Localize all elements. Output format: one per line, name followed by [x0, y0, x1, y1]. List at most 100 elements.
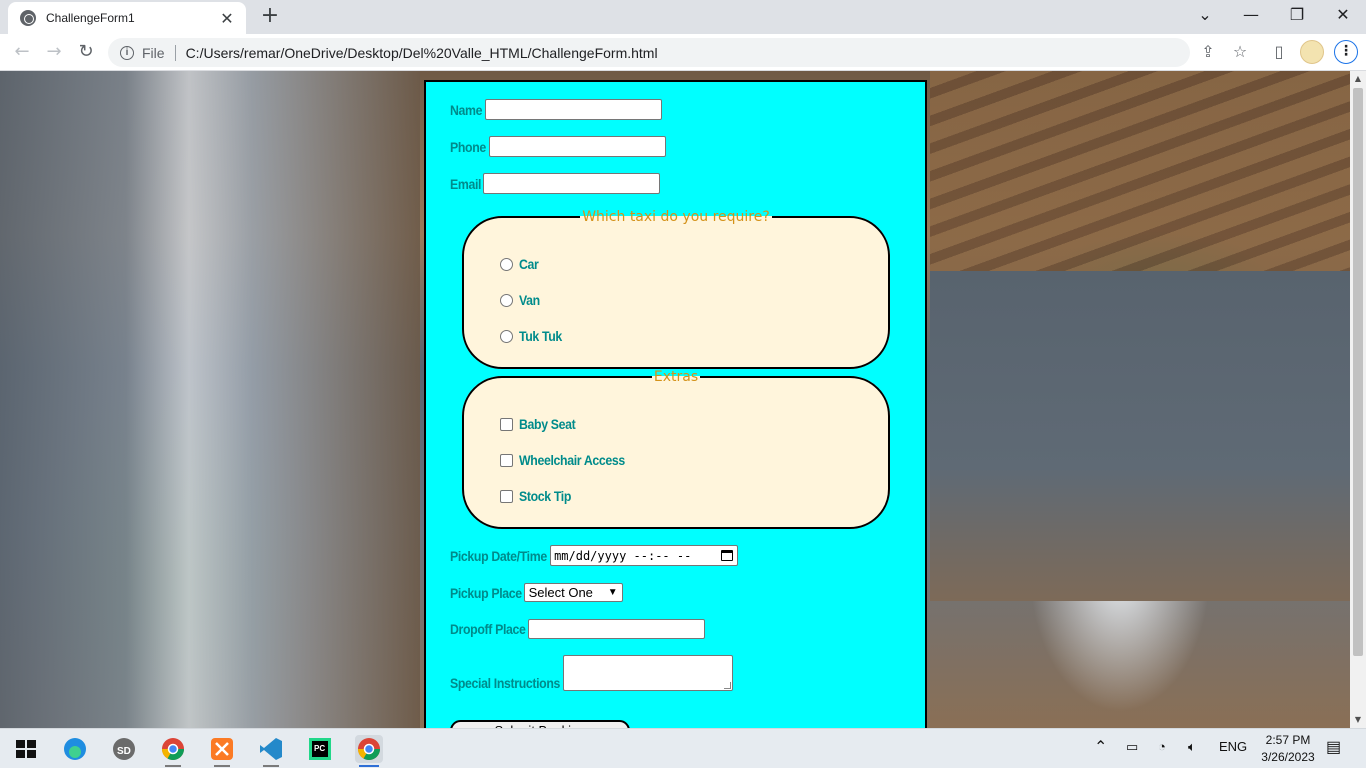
name-input[interactable] — [484, 99, 662, 120]
page-scrollbar[interactable]: ▲ ▼ — [1350, 71, 1366, 728]
tuktuk-label: Tuk Tuk — [519, 328, 562, 344]
notifications-icon[interactable]: ▤ — [1326, 737, 1341, 757]
taxi-option-car[interactable]: Car — [500, 256, 541, 272]
baby-seat-checkbox[interactable] — [500, 417, 513, 431]
extra-option-baby-seat[interactable]: Baby Seat — [500, 416, 583, 432]
baby-seat-label: Baby Seat — [519, 416, 576, 432]
background-ceiling — [930, 71, 1350, 301]
datetime-placeholder: mm/dd/yyyy --:-- -- — [554, 548, 692, 563]
chrome-icon[interactable] — [355, 735, 383, 767]
taxi-option-van[interactable]: Van — [500, 292, 543, 308]
browser-menu-icon[interactable]: ⋮ — [1334, 40, 1358, 64]
extra-option-stock-tip[interactable]: Stock Tip — [500, 488, 578, 504]
bookmark-star-icon[interactable]: ☆ — [1229, 42, 1251, 64]
reload-button[interactable]: ↻ — [74, 41, 98, 65]
show-hidden-icons-icon[interactable]: ⌃ — [1094, 737, 1107, 757]
device-icon[interactable]: ▭ — [1126, 739, 1138, 755]
page-viewport: Name Phone Email Which taxi do you requi… — [0, 71, 1350, 728]
back-button[interactable]: ← — [10, 41, 34, 65]
background-wall — [930, 271, 1350, 601]
running-indicator — [263, 765, 279, 767]
wheelchair-label: Wheelchair Access — [519, 452, 625, 468]
name-row: Name — [450, 99, 662, 120]
active-indicator — [359, 765, 379, 767]
pickup-datetime-label: Pickup Date/Time — [450, 547, 547, 564]
running-indicator — [214, 765, 230, 767]
forward-button[interactable]: → — [42, 41, 66, 65]
running-indicator — [165, 765, 181, 767]
dropoff-place-label: Dropoff Place — [450, 621, 526, 637]
email-input[interactable] — [483, 173, 661, 194]
email-row: Email — [450, 173, 661, 194]
dropoff-place-input[interactable] — [527, 619, 705, 639]
vscode-icon[interactable] — [257, 735, 285, 767]
clock-date: 3/26/2023 — [1261, 750, 1315, 764]
pycharm-icon[interactable]: PC — [306, 735, 334, 763]
taxi-legend: Which taxi do you require? — [582, 209, 770, 225]
dropoff-place-row: Dropoff Place — [450, 619, 705, 639]
pickup-place-value: Select One — [528, 585, 593, 600]
wifi-icon[interactable]: ◔ — [1158, 739, 1166, 754]
tab-close-icon[interactable]: ✕ — [218, 9, 236, 28]
tuktuk-radio[interactable] — [500, 329, 513, 343]
divider — [174, 44, 176, 61]
profile-avatar[interactable] — [1300, 40, 1324, 64]
special-instructions-textarea[interactable] — [563, 655, 734, 691]
taxi-option-tuktuk[interactable]: Tuk Tuk — [500, 328, 568, 344]
sd-card-app-icon[interactable]: SD — [110, 735, 138, 763]
stock-tip-checkbox[interactable] — [500, 489, 513, 503]
browser-tab[interactable]: ChallengeForm1 ✕ — [8, 2, 246, 34]
phone-input[interactable] — [488, 136, 666, 157]
name-label: Name — [450, 101, 483, 118]
extras-legend: Extras — [653, 369, 699, 385]
pickup-datetime-row: Pickup Date/Time mm/dd/yyyy --:-- -- — [450, 545, 739, 566]
tab-search-icon[interactable]: ⌄ — [1182, 4, 1228, 28]
extras-fieldset: Extras Baby Seat Wheelchair Access Stock… — [462, 369, 890, 529]
chrome-profile-icon[interactable] — [159, 735, 187, 767]
globe-icon — [20, 10, 36, 26]
info-icon[interactable]: i — [120, 45, 134, 60]
phone-row: Phone — [450, 136, 666, 157]
extra-option-wheelchair[interactable]: Wheelchair Access — [500, 452, 639, 468]
special-instructions-row: Special Instructions — [450, 655, 734, 691]
scroll-down-arrow-icon[interactable]: ▼ — [1350, 712, 1366, 728]
volume-icon[interactable]: 🔈︎ — [1188, 739, 1196, 755]
new-tab-button[interactable]: + — [258, 5, 282, 29]
language-indicator[interactable]: ENG — [1219, 739, 1247, 754]
close-window-button[interactable]: ✕ — [1320, 4, 1366, 28]
email-label: Email — [450, 175, 482, 192]
svg-text:PC: PC — [314, 744, 325, 753]
restore-button[interactable]: ❐ — [1274, 4, 1320, 28]
side-panel-icon[interactable]: ▯ — [1268, 42, 1290, 64]
address-bar[interactable]: i File C:/Users/remar/OneDrive/Desktop/D… — [108, 38, 1190, 67]
background-window-area — [0, 71, 420, 728]
toolbar: ← → ↻ i File C:/Users/remar/OneDrive/Des… — [0, 34, 1366, 71]
pickup-place-select[interactable]: Select One ▼ — [523, 583, 623, 602]
scheme-label: File — [142, 44, 165, 61]
scroll-up-arrow-icon[interactable]: ▲ — [1350, 71, 1366, 87]
edge-icon[interactable] — [61, 735, 89, 763]
car-radio[interactable] — [500, 257, 513, 271]
taxi-fieldset: Which taxi do you require? Car Van Tuk T… — [462, 209, 890, 369]
url-text[interactable]: C:/Users/remar/OneDrive/Desktop/Del%20Va… — [186, 45, 658, 61]
stock-tip-label: Stock Tip — [519, 488, 572, 504]
van-radio[interactable] — [500, 293, 513, 307]
pickup-datetime-input[interactable]: mm/dd/yyyy --:-- -- — [550, 545, 739, 566]
chevron-down-icon: ▼ — [607, 587, 618, 598]
minimize-button[interactable]: — — [1228, 4, 1274, 28]
pickup-place-label: Pickup Place — [450, 584, 522, 601]
xampp-icon[interactable] — [208, 735, 236, 767]
scrollbar-thumb[interactable] — [1353, 88, 1363, 656]
calendar-icon[interactable] — [721, 550, 734, 561]
tab-title: ChallengeForm1 — [46, 11, 135, 25]
windows-start-icon[interactable] — [12, 735, 40, 763]
van-label: Van — [519, 292, 540, 308]
wheelchair-checkbox[interactable] — [500, 453, 513, 467]
special-instructions-label: Special Instructions — [450, 675, 561, 691]
share-icon[interactable]: ⇪ — [1197, 42, 1219, 64]
submit-booking-button[interactable]: Submit Booking — [450, 720, 630, 728]
windows-taskbar: SD PC ⌃ ▭ ◔ 🔈︎ ENG 2:57 PM 3/26/2023 ▤ — [0, 728, 1366, 768]
tab-strip: ChallengeForm1 ✕ + ⌄ — ❐ ✕ — [0, 0, 1366, 34]
svg-text:SD: SD — [117, 746, 131, 757]
clock[interactable]: 2:57 PM 3/26/2023 — [1256, 732, 1320, 766]
